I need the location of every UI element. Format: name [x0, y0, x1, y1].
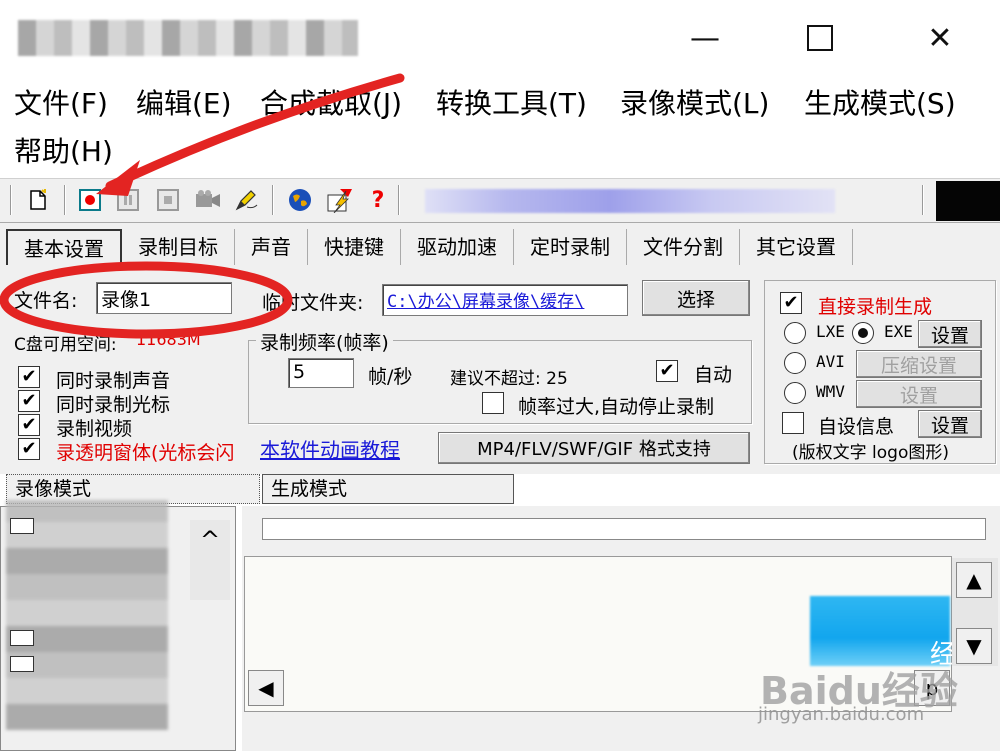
title-bar: — ✕	[0, 0, 1000, 78]
disk-space-label: C盘可用空间:	[14, 335, 117, 355]
scroll-up-button[interactable]: ▲	[956, 562, 992, 598]
toolbar-separator	[10, 185, 12, 215]
record-sound-checkbox[interactable]: ✔	[18, 366, 40, 388]
compress-settings-button[interactable]: 压缩设置	[856, 350, 982, 378]
auto-stop-checkbox[interactable]	[482, 392, 504, 414]
filename-input[interactable]: 录像1	[96, 282, 232, 314]
custom-info-checkbox[interactable]	[782, 412, 804, 434]
auto-framerate-checkbox[interactable]: ✔	[656, 360, 678, 382]
exe-settings-button[interactable]: 设置	[918, 320, 982, 348]
list-item-icon	[10, 656, 34, 672]
scroll-left-button[interactable]: ◀	[248, 670, 284, 706]
disk-space-value: 11683M	[136, 330, 201, 349]
menu-edit[interactable]: 编辑(E)	[136, 84, 232, 124]
toolbar-separator	[272, 185, 274, 215]
camera-icon[interactable]	[194, 185, 222, 215]
file-list-blurred	[6, 500, 168, 730]
menu-record-mode[interactable]: 录像模式(L)	[620, 84, 769, 124]
wmv-settings-button[interactable]: 设置	[856, 380, 982, 408]
maximize-button[interactable]	[790, 10, 850, 66]
menu-file[interactable]: 文件(F)	[14, 84, 108, 124]
pen-icon[interactable]	[232, 185, 260, 215]
exe-radio[interactable]	[852, 322, 874, 344]
direct-record-checkbox[interactable]: ✔	[780, 292, 802, 314]
maximize-icon	[807, 25, 833, 51]
record-video-checkbox[interactable]: ✔	[18, 414, 40, 436]
minimize-button[interactable]: —	[675, 10, 735, 66]
record-icon[interactable]	[76, 185, 104, 215]
menu-compose-capture[interactable]: 合成截取(J)	[260, 84, 402, 124]
help-icon[interactable]: ?	[364, 185, 392, 215]
toolbar: ?	[0, 178, 1000, 222]
globe-icon[interactable]	[286, 185, 314, 215]
tab-sound[interactable]: 声音	[235, 229, 308, 265]
scroll-up-caret-icon[interactable]: ^	[200, 526, 220, 554]
record-transparent-label: 录透明窗体(光标会闪	[56, 442, 235, 464]
flash-icon[interactable]	[326, 185, 354, 215]
temp-folder-label: 临时文件夹:	[262, 292, 364, 314]
framerate-suggestion: 建议不超过: 25	[450, 369, 568, 389]
window-title-blurred	[18, 20, 358, 56]
settings-tabs: 基本设置 录制目标 声音 快捷键 驱动加速 定时录制 文件分割 其它设置	[6, 229, 853, 267]
menu-bar: 文件(F) 编辑(E) 合成截取(J) 转换工具(T) 录像模式(L) 生成模式…	[0, 80, 1000, 176]
custom-info-settings-button[interactable]: 设置	[918, 410, 982, 438]
new-file-icon[interactable]	[24, 185, 52, 215]
record-cursor-checkbox[interactable]: ✔	[18, 390, 40, 412]
toolbar-separator	[398, 185, 400, 215]
wmv-radio[interactable]	[784, 382, 806, 404]
avi-radio[interactable]	[784, 352, 806, 374]
list-item-icon	[10, 518, 34, 534]
menu-convert-tools[interactable]: 转换工具(T)	[436, 84, 587, 124]
record-cursor-label: 同时录制光标	[56, 394, 171, 416]
baidu-watermark-url: jingyan.baidu.com	[758, 704, 925, 725]
menu-generate-mode[interactable]: 生成模式(S)	[804, 84, 956, 124]
lxe-radio[interactable]	[784, 322, 806, 344]
preview-blurred-region	[810, 596, 950, 666]
tab-driver-accel[interactable]: 驱动加速	[401, 229, 514, 265]
custom-info-label: 自设信息	[818, 416, 895, 438]
tab-basic[interactable]: 基本设置	[6, 229, 122, 265]
wmv-label: WMV	[816, 382, 845, 401]
tab-record-target[interactable]: 录制目标	[122, 229, 235, 265]
toolbar-blurred-region	[425, 189, 835, 213]
scroll-down-button[interactable]: ▼	[956, 628, 992, 664]
exe-label: EXE	[884, 322, 913, 341]
direct-record-label: 直接录制生成	[818, 296, 933, 318]
list-item-icon	[10, 630, 34, 646]
toolbar-dark-region	[936, 181, 1000, 221]
auto-framerate-label: 自动	[694, 364, 733, 386]
lxe-label: LXE	[816, 322, 845, 341]
toolbar-separator	[922, 185, 924, 215]
tab-other-settings[interactable]: 其它设置	[740, 229, 853, 265]
avi-label: AVI	[816, 352, 845, 371]
record-transparent-checkbox[interactable]: ✔	[18, 438, 40, 460]
temp-folder-input[interactable]: C:\办公\屏幕录像\缓存\	[382, 284, 628, 316]
pause-icon[interactable]	[114, 185, 142, 215]
tutorial-link[interactable]: 本软件动画教程	[260, 434, 400, 463]
tab-hotkeys[interactable]: 快捷键	[308, 229, 401, 265]
auto-stop-label: 帧率过大,自动停止录制	[518, 396, 715, 418]
tab-generate-mode[interactable]: 生成模式	[262, 474, 514, 504]
filename-label: 文件名:	[14, 290, 78, 312]
record-video-label: 录制视频	[56, 418, 133, 440]
tab-file-split[interactable]: 文件分割	[627, 229, 740, 265]
framerate-group-title: 录制频率(帧率)	[256, 328, 393, 355]
framerate-unit: 帧/秒	[368, 366, 413, 388]
record-sound-label: 同时录制声音	[56, 370, 171, 392]
menu-help[interactable]: 帮助(H)	[14, 132, 113, 172]
timeline-slider[interactable]	[262, 518, 986, 540]
framerate-input[interactable]: 5	[288, 358, 354, 388]
format-support-button[interactable]: MP4/FLV/SWF/GIF 格式支持	[438, 432, 750, 464]
stop-icon[interactable]	[154, 185, 182, 215]
choose-folder-button[interactable]: 选择	[642, 280, 750, 316]
toolbar-separator	[64, 185, 66, 215]
tab-scheduled-record[interactable]: 定时录制	[514, 229, 627, 265]
close-button[interactable]: ✕	[910, 10, 970, 66]
copyright-note: (版权文字 logo图形)	[792, 443, 949, 463]
